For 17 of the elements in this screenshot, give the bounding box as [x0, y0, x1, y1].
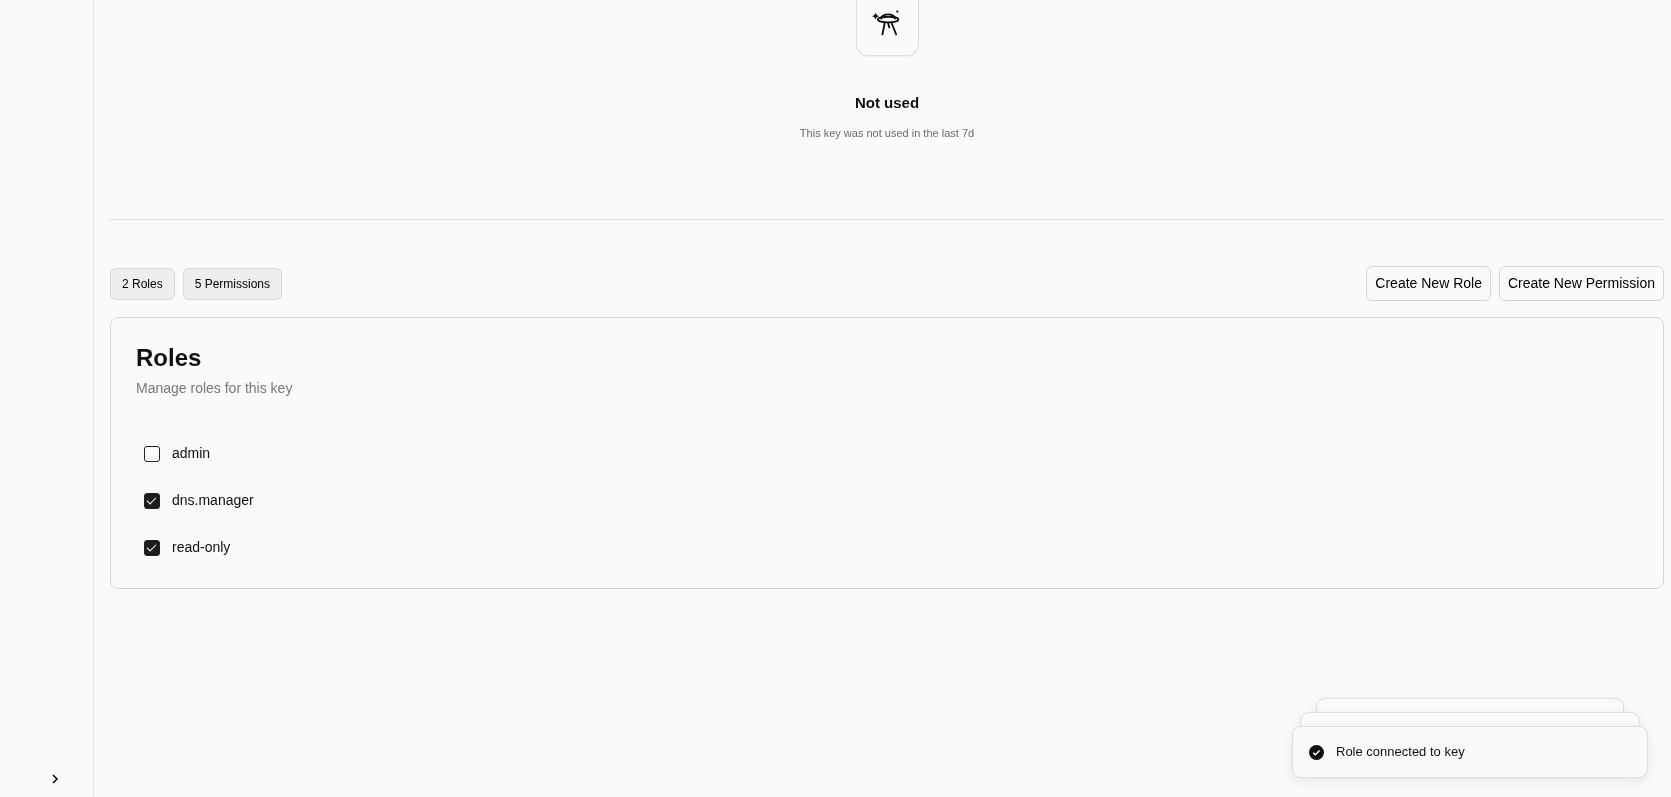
checkbox[interactable]	[144, 492, 160, 509]
role-name: read-only	[172, 538, 231, 557]
count-tab[interactable]: 5 Permissions	[182, 267, 283, 300]
checkbox[interactable]	[144, 445, 160, 462]
card-description: Manage roles for this key	[136, 379, 294, 398]
role-name: admin	[172, 444, 211, 463]
count-tab[interactable]: 2 Roles	[110, 267, 175, 300]
empty-state-description: This key was not used in the last 7d	[799, 125, 975, 141]
action-button[interactable]: Create New Permission	[1498, 266, 1664, 301]
check-circle-icon	[1309, 744, 1324, 760]
role-name: dns.manager	[172, 491, 254, 510]
card-title: Roles	[136, 343, 203, 373]
checkbox[interactable]	[144, 539, 160, 556]
empty-state-title: Not used	[854, 93, 920, 113]
expand-icon[interactable]	[49, 773, 60, 785]
toast-message: Role connected to key	[1336, 743, 1465, 762]
action-button[interactable]: Create New Role	[1366, 266, 1491, 301]
